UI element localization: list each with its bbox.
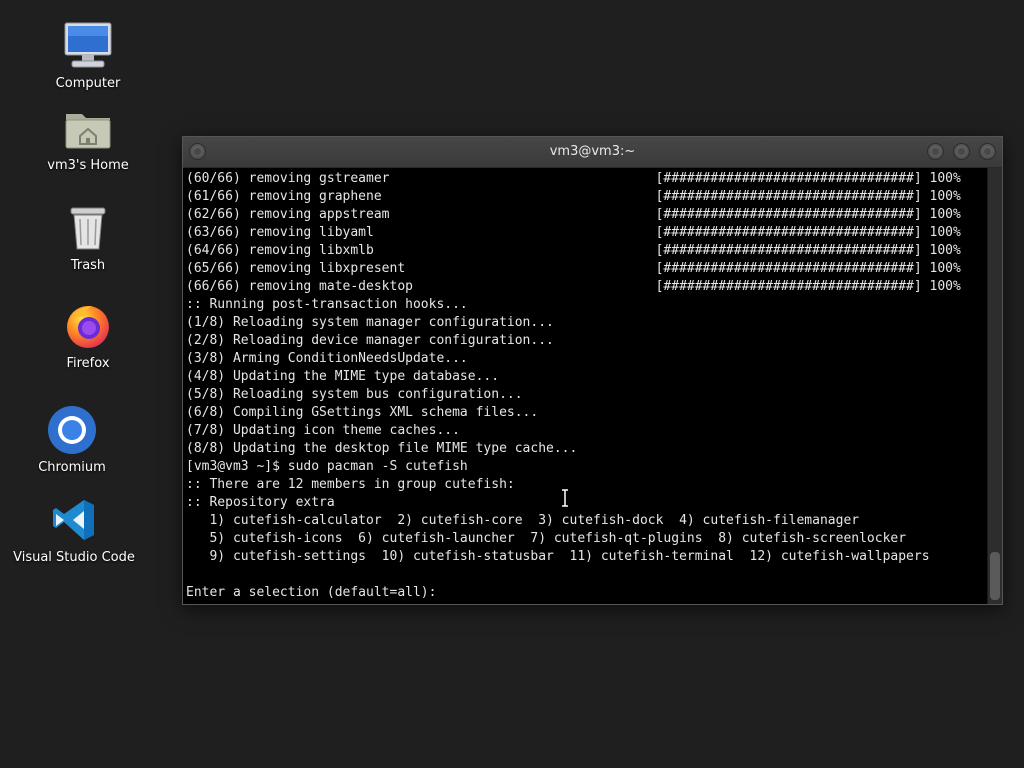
desktop-icon-label: Firefox bbox=[66, 356, 110, 371]
terminal-line: (62/66) removing appstream [############… bbox=[186, 207, 961, 222]
home-folder-icon bbox=[62, 102, 114, 154]
desktop: Computer vm3's Home Trash Firefox Chromi… bbox=[0, 0, 1024, 768]
terminal-line: (8/8) Updating the desktop file MIME typ… bbox=[186, 441, 578, 456]
desktop-icon-label: Computer bbox=[55, 76, 121, 91]
desktop-icon-chromium[interactable]: Chromium bbox=[2, 404, 142, 475]
terminal-line: (60/66) removing gstreamer [############… bbox=[186, 171, 961, 186]
firefox-icon bbox=[62, 300, 114, 352]
terminal-line: (64/66) removing libxmlb [##############… bbox=[186, 243, 961, 258]
desktop-icon-label: Visual Studio Code bbox=[13, 550, 135, 565]
terminal-line: (66/66) removing mate-desktop [#########… bbox=[186, 279, 961, 294]
computer-icon bbox=[62, 20, 114, 72]
terminal-line: (63/66) removing libyaml [##############… bbox=[186, 225, 961, 240]
desktop-icon-label: vm3's Home bbox=[47, 158, 129, 173]
terminal-line: 5) cutefish-icons 6) cutefish-launcher 7… bbox=[186, 531, 907, 546]
vscode-icon bbox=[48, 494, 100, 546]
terminal-line: (5/8) Reloading system bus configuration… bbox=[186, 387, 523, 402]
terminal-line: (1/8) Reloading system manager configura… bbox=[186, 315, 554, 330]
desktop-icon-firefox[interactable]: Firefox bbox=[18, 300, 158, 371]
maximize-button[interactable] bbox=[953, 143, 970, 160]
window-title: vm3@vm3:~ bbox=[549, 144, 636, 159]
trash-icon bbox=[62, 202, 114, 254]
terminal-scrollbar[interactable] bbox=[987, 168, 1002, 604]
text-cursor-icon bbox=[560, 489, 570, 507]
terminal-line: 1) cutefish-calculator 2) cutefish-core … bbox=[186, 513, 860, 528]
terminal-line: [vm3@vm3 ~]$ sudo pacman -S cutefish bbox=[186, 459, 468, 474]
terminal-line: (2/8) Reloading device manager configura… bbox=[186, 333, 554, 348]
terminal-line: :: Running post-transaction hooks... bbox=[186, 297, 468, 312]
terminal-line: (65/66) removing libxpresent [##########… bbox=[186, 261, 961, 276]
terminal-prompt-line[interactable]: Enter a selection (default=all): bbox=[186, 584, 988, 602]
desktop-icon-label: Chromium bbox=[38, 460, 106, 475]
desktop-icon-trash[interactable]: Trash bbox=[18, 202, 158, 273]
terminal-line: 9) cutefish-settings 10) cutefish-status… bbox=[186, 549, 930, 564]
scrollbar-thumb[interactable] bbox=[990, 552, 1000, 600]
minimize-button[interactable] bbox=[927, 143, 944, 160]
terminal-line: (3/8) Arming ConditionNeedsUpdate... bbox=[186, 351, 468, 366]
terminal-line: :: Repository extra bbox=[186, 495, 335, 510]
terminal-line: (6/8) Compiling GSettings XML schema fil… bbox=[186, 405, 539, 420]
desktop-icon-home[interactable]: vm3's Home bbox=[18, 102, 158, 173]
desktop-icon-computer[interactable]: Computer bbox=[18, 20, 158, 91]
terminal-window[interactable]: vm3@vm3:~ (60/66) removing gstreamer [##… bbox=[182, 136, 1003, 605]
terminal-line: (4/8) Updating the MIME type database... bbox=[186, 369, 500, 384]
terminal-line: (7/8) Updating icon theme caches... bbox=[186, 423, 460, 438]
chromium-icon bbox=[46, 404, 98, 456]
close-button[interactable] bbox=[979, 143, 996, 160]
terminal-line: :: There are 12 members in group cutefis… bbox=[186, 477, 515, 492]
window-titlebar[interactable]: vm3@vm3:~ bbox=[183, 137, 1002, 168]
terminal-line: (61/66) removing graphene [#############… bbox=[186, 189, 961, 204]
terminal-output[interactable]: (60/66) removing gstreamer [############… bbox=[183, 168, 988, 604]
desktop-icon-label: Trash bbox=[70, 258, 106, 273]
desktop-icon-vscode[interactable]: Visual Studio Code bbox=[4, 494, 144, 565]
